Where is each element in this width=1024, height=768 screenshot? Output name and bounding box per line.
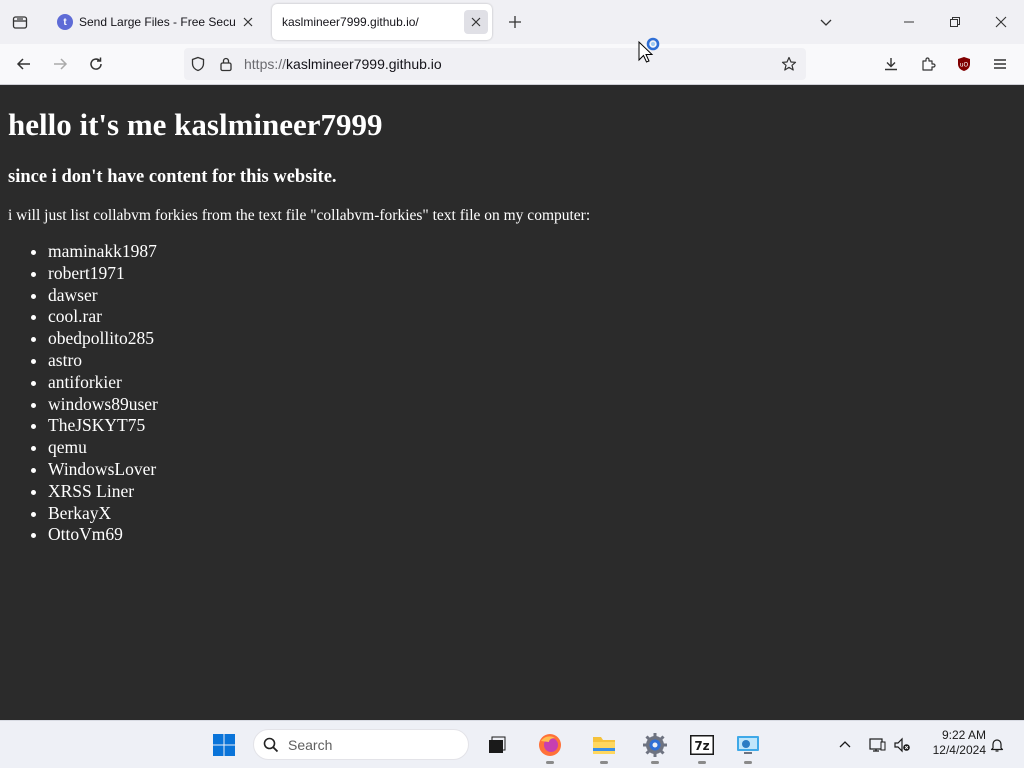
- list-item: antiforkier: [48, 372, 158, 394]
- intro-text: i will just list collabvm forkies from t…: [8, 207, 591, 224]
- list-all-tabs-button[interactable]: [814, 10, 838, 34]
- restore-button[interactable]: [940, 8, 970, 36]
- firefox-taskbar-button[interactable]: [534, 729, 566, 764]
- task-view-icon: [489, 736, 506, 753]
- reload-icon: [90, 57, 102, 70]
- clock-time: 9:22 AM: [941, 728, 986, 742]
- volume-tray-button[interactable]: [890, 733, 914, 757]
- arrow-left-icon: [16, 58, 30, 70]
- url-scheme: https://: [244, 56, 287, 72]
- minimize-button[interactable]: [894, 8, 924, 36]
- list-item: dawser: [48, 285, 158, 307]
- start-button[interactable]: [208, 729, 240, 761]
- network-icon: [869, 738, 886, 752]
- navigation-toolbar: https://kaslmineer7999.github.io uO: [0, 44, 1024, 85]
- running-indicator: [600, 761, 608, 764]
- busy-cursor-icon: [638, 37, 660, 63]
- address-bar[interactable]: https://kaslmineer7999.github.io: [184, 48, 806, 80]
- web-page-content: hello it's me kaslmineer7999 since i don…: [0, 85, 1024, 720]
- tab-title: Send Large Files - Free Secure File Tran…: [79, 15, 236, 29]
- speaker-muted-icon: [894, 737, 910, 753]
- 7zip-icon: 7z: [690, 735, 714, 755]
- minimize-icon: [904, 21, 914, 23]
- taskbar: Search 7z 9:22 AM 12/4/2024: [0, 720, 1024, 768]
- tab-kaslmineer-active[interactable]: kaslmineer7999.github.io/: [272, 4, 492, 40]
- firefox-view-icon: [12, 16, 28, 29]
- plus-icon: [509, 16, 521, 28]
- list-item: BerkayX: [48, 503, 158, 525]
- url-text: https://kaslmineer7999.github.io: [244, 56, 442, 72]
- search-placeholder: Search: [288, 737, 333, 753]
- list-item: maminakk1987: [48, 241, 158, 263]
- system-clock[interactable]: 9:22 AM 12/4/2024: [918, 728, 986, 758]
- arrow-right-icon: [54, 58, 68, 70]
- running-indicator: [651, 761, 659, 764]
- bookmark-star-icon[interactable]: [781, 56, 797, 72]
- restore-icon: [950, 17, 960, 27]
- firefox-view-button[interactable]: [6, 8, 34, 36]
- list-item: obedpollito285: [48, 328, 158, 350]
- tab-strip: t Send Large Files - Free Secure File Tr…: [0, 0, 1024, 44]
- 7zip-taskbar-button[interactable]: 7z: [686, 729, 718, 764]
- file-explorer-taskbar-button[interactable]: [588, 729, 620, 764]
- running-indicator: [744, 761, 752, 764]
- running-indicator: [698, 761, 706, 764]
- new-tab-button[interactable]: [503, 10, 527, 34]
- page-subheading: since i don't have content for this webs…: [8, 167, 337, 187]
- tab-close-icon[interactable]: [236, 10, 260, 34]
- list-item: windows89user: [48, 394, 158, 416]
- search-icon: [263, 737, 279, 753]
- tab-favicon-icon: t: [57, 14, 73, 30]
- chevron-up-icon: [839, 741, 851, 748]
- task-view-button[interactable]: [481, 729, 513, 761]
- chevron-down-icon: [820, 19, 832, 26]
- extensions-button[interactable]: [914, 50, 942, 78]
- list-item: qemu: [48, 437, 158, 459]
- taskbar-search-box[interactable]: Search: [253, 729, 469, 760]
- url-host: kaslmineer7999.github.io: [286, 56, 442, 72]
- notifications-button[interactable]: [985, 733, 1009, 757]
- list-item: robert1971: [48, 263, 158, 285]
- list-item: OttoVm69: [48, 524, 158, 546]
- lock-icon: [220, 57, 232, 72]
- forward-button[interactable]: [46, 50, 74, 78]
- ublock-origin-button[interactable]: uO: [950, 50, 978, 78]
- tracking-protection-shield-icon: [191, 56, 205, 72]
- list-item: cool.rar: [48, 306, 158, 328]
- list-item: TheJSKYT75: [48, 415, 158, 437]
- back-button[interactable]: [10, 50, 38, 78]
- control-panel-icon: [737, 736, 759, 754]
- puzzle-piece-icon: [922, 57, 936, 71]
- show-hidden-icons-button[interactable]: [833, 733, 857, 757]
- hamburger-menu-icon: [994, 59, 1006, 69]
- ublock-origin-icon: uO: [958, 57, 970, 71]
- list-item: WindowsLover: [48, 459, 158, 481]
- tab-send-large-files[interactable]: t Send Large Files - Free Secure File Tr…: [48, 4, 264, 40]
- control-panel-taskbar-button[interactable]: [732, 729, 764, 764]
- settings-taskbar-button[interactable]: [639, 729, 671, 764]
- firefox-icon: [539, 734, 561, 756]
- svg-text:7z: 7z: [694, 739, 709, 753]
- network-tray-button[interactable]: [865, 733, 889, 757]
- app-menu-button[interactable]: [986, 50, 1014, 78]
- close-window-button[interactable]: [986, 8, 1016, 36]
- windows-logo-icon: [213, 734, 235, 756]
- clock-date: 12/4/2024: [932, 743, 986, 757]
- bell-icon: [990, 739, 1004, 752]
- running-indicator: [546, 761, 554, 764]
- list-item: XRSS Liner: [48, 481, 158, 503]
- download-icon: [885, 58, 897, 71]
- gear-icon: [643, 733, 667, 757]
- reload-button[interactable]: [82, 50, 110, 78]
- svg-text:uO: uO: [960, 62, 969, 69]
- tab-close-icon[interactable]: [464, 10, 488, 34]
- close-icon: [995, 16, 1007, 28]
- folder-icon: [593, 737, 615, 754]
- page-heading: hello it's me kaslmineer7999: [8, 107, 383, 142]
- tab-title: kaslmineer7999.github.io/: [282, 15, 419, 29]
- list-item: astro: [48, 350, 158, 372]
- mouse-cursor: [638, 36, 666, 70]
- downloads-button[interactable]: [877, 50, 905, 78]
- forkies-list: maminakk1987 robert1971 dawser cool.rar …: [8, 241, 158, 546]
